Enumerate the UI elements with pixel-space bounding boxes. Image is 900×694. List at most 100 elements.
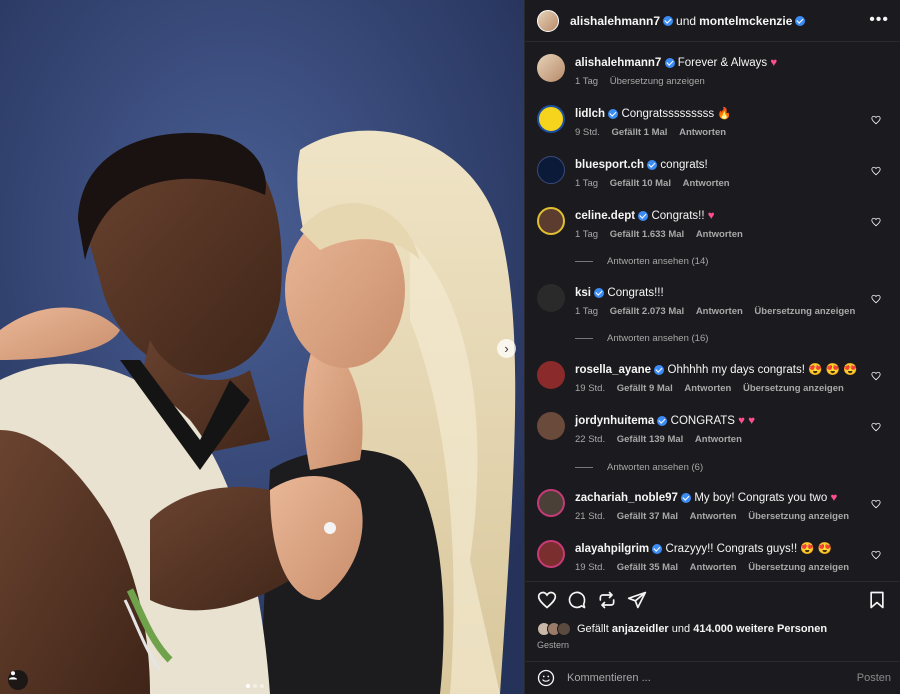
author-username[interactable]: alishalehmann7 — [570, 14, 660, 28]
repost-icon[interactable] — [597, 590, 617, 610]
reply-button[interactable]: Antworten — [683, 178, 730, 189]
comment-time[interactable]: 9 Std. — [575, 127, 600, 138]
reply-button[interactable]: Antworten — [690, 562, 737, 573]
comments-list: alishalehmann7 Forever & Always ♥ 1 Tag … — [525, 43, 900, 581]
comment-username[interactable]: lidlch — [575, 108, 605, 120]
translate-link[interactable]: Übersetzung anzeigen — [610, 76, 705, 87]
carousel-dot — [253, 684, 257, 688]
reply-button[interactable]: Antworten — [695, 434, 742, 445]
post-photo[interactable]: › — [0, 0, 524, 694]
liker-avatars[interactable] — [537, 622, 577, 636]
more-options-icon[interactable]: ••• — [869, 11, 889, 29]
translate-link[interactable]: Übersetzung anzeigen — [748, 511, 849, 522]
like-comment-heart-icon[interactable] — [871, 550, 881, 560]
comment-time[interactable]: 19 Std. — [575, 562, 605, 573]
verified-badge-icon — [795, 15, 806, 26]
next-slide-button[interactable]: › — [497, 339, 516, 358]
verified-badge-icon — [652, 543, 663, 554]
reply-button[interactable]: Antworten — [690, 511, 737, 522]
like-comment-heart-icon[interactable] — [871, 371, 881, 381]
like-comment-heart-icon[interactable] — [871, 422, 881, 432]
comment-text: Congrats!!! — [607, 287, 664, 299]
comment-bubble-icon[interactable] — [567, 590, 587, 610]
comment-time[interactable]: 21 Std. — [575, 511, 605, 522]
commenter-avatar[interactable] — [537, 489, 565, 517]
view-replies-button[interactable]: Antworten ansehen (6) — [575, 462, 703, 473]
instagram-post-view: › alishalehmann7 und montelmckenzie ••• — [0, 0, 900, 694]
heart-emoji: ♥ — [707, 210, 715, 222]
heart-eyes-emoji: 😍 😍 — [800, 543, 833, 555]
commenter-avatar[interactable] — [537, 361, 565, 389]
reply-button[interactable]: Antworten — [696, 306, 743, 317]
like-comment-heart-icon[interactable] — [871, 166, 881, 176]
emoji-picker-icon[interactable] — [537, 669, 555, 687]
comment-likes[interactable]: Gefällt 9 Mal — [617, 383, 673, 394]
caption-time[interactable]: 1 Tag — [575, 76, 598, 87]
comment-time[interactable]: 1 Tag — [575, 178, 598, 189]
comment-likes[interactable]: Gefällt 1.633 Mal — [610, 229, 684, 240]
collaborator-username[interactable]: montelmckenzie — [699, 14, 792, 28]
comment-likes[interactable]: Gefällt 1 Mal — [611, 127, 667, 138]
commenter-avatar[interactable] — [537, 207, 565, 235]
liker-avatar — [557, 622, 571, 636]
translate-link[interactable]: Übersetzung anzeigen — [754, 306, 855, 317]
carousel-dots — [246, 684, 264, 688]
author-avatar[interactable] — [537, 54, 565, 82]
save-bookmark-icon[interactable] — [867, 590, 887, 610]
comment-username[interactable]: alayahpilgrim — [575, 543, 649, 555]
comment-likes[interactable]: Gefällt 10 Mal — [610, 178, 671, 189]
comment-input[interactable] — [567, 672, 827, 684]
tagged-users-button[interactable] — [8, 670, 28, 690]
post-date[interactable]: Gestern — [537, 640, 569, 650]
translate-link[interactable]: Übersetzung anzeigen — [743, 383, 844, 394]
comment-likes[interactable]: Gefällt 37 Mal — [617, 511, 678, 522]
comment-time[interactable]: 19 Std. — [575, 383, 605, 394]
comment-username[interactable]: jordynhuitema — [575, 415, 654, 427]
commenter-avatar[interactable] — [537, 156, 565, 184]
comment-time[interactable]: 22 Std. — [575, 434, 605, 445]
comment-likes[interactable]: Gefällt 2.073 Mal — [610, 306, 684, 317]
comment-username[interactable]: celine.dept — [575, 210, 635, 222]
comment-text: Ohhhhh my days congrats! — [667, 364, 805, 376]
comment-text: Crazyyy!! Congrats guys!! — [665, 543, 798, 555]
share-paper-plane-icon[interactable] — [627, 590, 647, 610]
like-heart-icon[interactable] — [537, 590, 557, 610]
carousel-dot — [260, 684, 264, 688]
reply-button[interactable]: Antworten — [679, 127, 726, 138]
verified-badge-icon — [664, 57, 675, 68]
commenter-avatar[interactable] — [537, 540, 565, 568]
comment-username[interactable]: zachariah_noble97 — [575, 492, 678, 504]
verified-badge-icon — [647, 159, 658, 170]
user-icon — [9, 671, 17, 680]
comment-likes[interactable]: Gefällt 35 Mal — [617, 562, 678, 573]
comment-composer: Posten — [525, 661, 900, 694]
view-replies-button[interactable]: Antworten ansehen (14) — [575, 256, 708, 267]
commenter-avatar[interactable] — [537, 412, 565, 440]
like-comment-heart-icon[interactable] — [871, 217, 881, 227]
comment-username[interactable]: bluesport.ch — [575, 159, 644, 171]
like-comment-heart-icon[interactable] — [871, 499, 881, 509]
carousel-dot — [246, 684, 250, 688]
post-comment-button[interactable]: Posten — [857, 672, 891, 684]
comment-time[interactable]: 1 Tag — [575, 306, 598, 317]
heart-emoji: ♥ — [770, 57, 778, 69]
view-replies-button[interactable]: Antworten ansehen (16) — [575, 333, 708, 344]
reply-button[interactable]: Antworten — [684, 383, 731, 394]
author-avatar[interactable] — [537, 9, 559, 32]
comment-likes[interactable]: Gefällt 139 Mal — [617, 434, 684, 445]
likes-count[interactable]: 414.000 weitere Personen — [693, 623, 827, 635]
comment-time[interactable]: 1 Tag — [575, 229, 598, 240]
like-comment-heart-icon[interactable] — [871, 294, 881, 304]
comment-username[interactable]: rosella_ayane — [575, 364, 651, 376]
commenter-avatar[interactable] — [537, 284, 565, 312]
comment-username[interactable]: ksi — [575, 287, 591, 299]
liker-username[interactable]: anjazeidler — [612, 623, 669, 635]
commenter-avatar[interactable] — [537, 105, 565, 133]
reply-button[interactable]: Antworten — [696, 229, 743, 240]
verified-badge-icon — [594, 287, 605, 298]
caption-username[interactable]: alishalehmann7 — [575, 57, 661, 69]
translate-link[interactable]: Übersetzung anzeigen — [748, 562, 849, 573]
like-comment-heart-icon[interactable] — [871, 115, 881, 125]
verified-badge-icon — [681, 492, 692, 503]
verified-badge-icon — [657, 415, 668, 426]
